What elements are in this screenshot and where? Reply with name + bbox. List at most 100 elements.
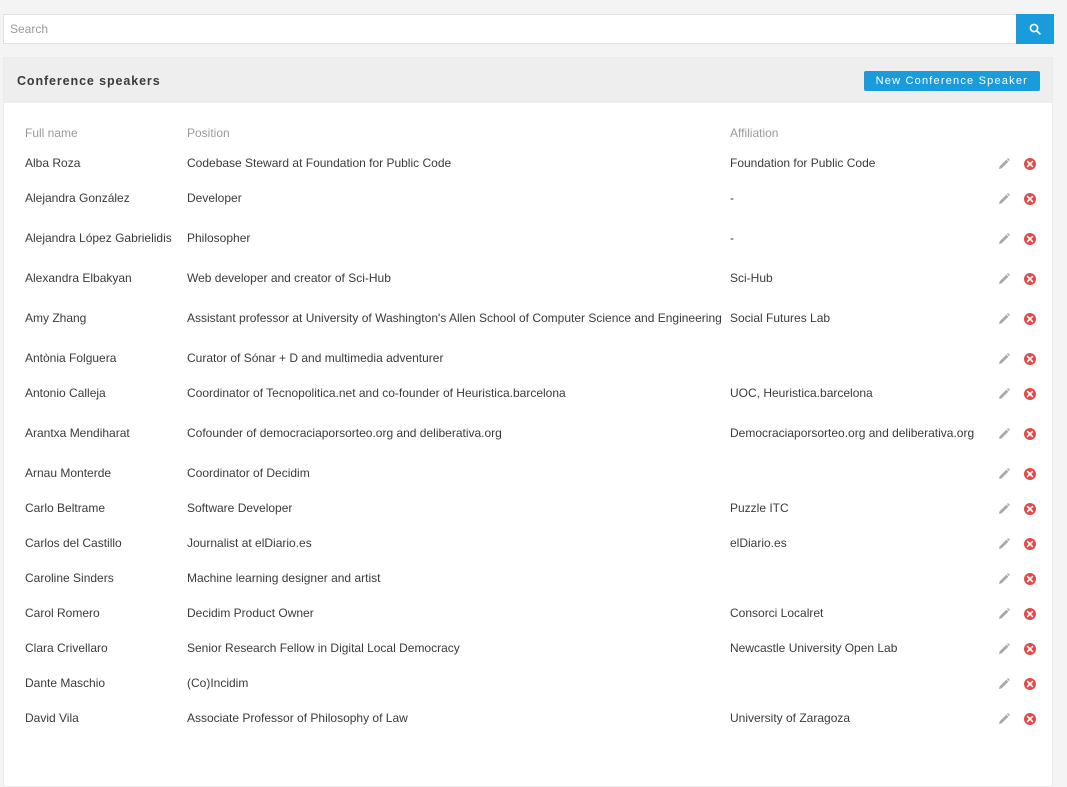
edit-button[interactable] [997, 312, 1011, 326]
new-conference-speaker-button[interactable]: New Conference Speaker [863, 70, 1040, 91]
cell-full-name: Antònia Folguera [25, 351, 117, 365]
delete-button[interactable] [1023, 157, 1037, 171]
header-full-name: Full name [25, 126, 78, 140]
header-position: Position [187, 126, 230, 140]
edit-button[interactable] [997, 387, 1011, 401]
edit-button[interactable] [997, 642, 1011, 656]
table-row: Arantxa Mendiharat Cofounder of democraci… [21, 411, 1041, 456]
cell-position: Coordinator of Tecnopolitica.net and co-… [187, 386, 566, 400]
edit-button[interactable] [997, 537, 1011, 551]
cell-position: Web developer and creator of Sci-Hub [187, 271, 391, 285]
cell-affiliation: Puzzle ITC [730, 501, 789, 515]
edit-button[interactable] [997, 677, 1011, 691]
table-header-row: Full name Position Affiliation [21, 120, 1041, 146]
search-input[interactable] [3, 14, 1016, 44]
cell-affiliation: elDiario.es [730, 536, 787, 550]
delete-button[interactable] [1023, 537, 1037, 551]
edit-button[interactable] [997, 352, 1011, 366]
card-title: Conference speakers [17, 73, 161, 88]
header-affiliation: Affiliation [730, 126, 779, 140]
delete-button[interactable] [1023, 192, 1037, 206]
delete-icon [1024, 387, 1036, 400]
edit-button[interactable] [997, 427, 1011, 441]
cell-affiliation [726, 561, 981, 596]
header-actions [981, 120, 1041, 146]
speakers-card: Conference speakers New Conference Speak… [3, 57, 1053, 787]
cell-position: Machine learning designer and artist [187, 571, 381, 585]
delete-icon [1024, 642, 1036, 655]
edit-button[interactable] [997, 157, 1011, 171]
cell-affiliation [726, 666, 981, 701]
cell-position: Codebase Steward at Foundation for Publi… [187, 156, 452, 170]
pencil-icon [999, 157, 1010, 169]
cell-full-name: Antonio Calleja [25, 386, 106, 400]
delete-button[interactable] [1023, 427, 1037, 441]
table-row: Alexandra Elbakyan Web developer and crea… [21, 261, 1041, 296]
pencil-icon [999, 272, 1010, 284]
cell-position: Curator of Sónar + D and multimedia adve… [187, 351, 444, 365]
delete-icon [1024, 467, 1036, 480]
cell-actions [981, 596, 1041, 631]
delete-button[interactable] [1023, 312, 1037, 326]
edit-button[interactable] [997, 467, 1011, 481]
delete-button[interactable] [1023, 232, 1037, 246]
cell-full-name: Arnau Monterde [25, 466, 112, 480]
delete-icon [1024, 607, 1036, 620]
cell-actions [981, 456, 1041, 491]
pencil-icon [999, 642, 1010, 654]
cell-affiliation: UOC, Heuristica.barcelona [730, 386, 873, 400]
edit-button[interactable] [997, 192, 1011, 206]
cell-actions [981, 631, 1041, 666]
delete-icon [1024, 677, 1036, 690]
delete-button[interactable] [1023, 502, 1037, 516]
delete-icon [1024, 712, 1036, 725]
cell-affiliation: Democraciaporsorteo.org and deliberativa… [730, 426, 975, 440]
pencil-icon [999, 607, 1010, 619]
pencil-icon [999, 427, 1010, 439]
edit-button[interactable] [997, 272, 1011, 286]
table-row: Amy Zhang Assistant professor at Universi… [21, 296, 1041, 341]
edit-button[interactable] [997, 572, 1011, 586]
table-row: Carlo Beltrame Software Developer Puzzle I… [21, 491, 1041, 526]
cell-actions [981, 491, 1041, 526]
delete-button[interactable] [1023, 467, 1037, 481]
delete-icon [1024, 352, 1036, 365]
cell-position: (Co)Incidim [187, 676, 249, 690]
table-row: Alejandra González Developer - [21, 181, 1041, 216]
edit-button[interactable] [997, 607, 1011, 621]
table-row: Antonio Calleja Coordinator of Tecnopolit… [21, 376, 1041, 411]
edit-button[interactable] [997, 502, 1011, 516]
delete-button[interactable] [1023, 677, 1037, 691]
delete-button[interactable] [1023, 387, 1037, 401]
cell-full-name: David Vila [25, 711, 79, 725]
speakers-table: Full name Position Affiliation Alba Roza… [21, 120, 1041, 736]
table-row: David Vila Associate Professor of Philoso… [21, 701, 1041, 736]
cell-actions [981, 376, 1041, 411]
cell-affiliation: - [730, 191, 734, 205]
delete-button[interactable] [1023, 572, 1037, 586]
cell-full-name: Arantxa Mendiharat [25, 426, 130, 440]
pencil-icon [999, 387, 1010, 399]
delete-button[interactable] [1023, 352, 1037, 366]
delete-button[interactable] [1023, 642, 1037, 656]
table-row: Arnau Monterde Coordinator of Decidim [21, 456, 1041, 491]
cell-actions [981, 526, 1041, 561]
cell-affiliation: Sci-Hub [730, 271, 773, 285]
pencil-icon [999, 677, 1010, 689]
delete-icon [1024, 537, 1036, 550]
cell-affiliation: Newcastle University Open Lab [730, 641, 898, 655]
cell-affiliation [726, 456, 981, 491]
cell-affiliation: - [730, 231, 734, 245]
delete-icon [1024, 272, 1036, 285]
cell-position: Software Developer [187, 501, 293, 515]
search-bar [3, 14, 1054, 44]
cell-affiliation [726, 341, 981, 376]
edit-button[interactable] [997, 232, 1011, 246]
delete-button[interactable] [1023, 272, 1037, 286]
cell-actions [981, 561, 1041, 596]
edit-button[interactable] [997, 712, 1011, 726]
delete-button[interactable] [1023, 712, 1037, 726]
table-row: Antònia Folguera Curator of Sónar + D and… [21, 341, 1041, 376]
delete-button[interactable] [1023, 607, 1037, 621]
search-button[interactable] [1016, 14, 1054, 44]
